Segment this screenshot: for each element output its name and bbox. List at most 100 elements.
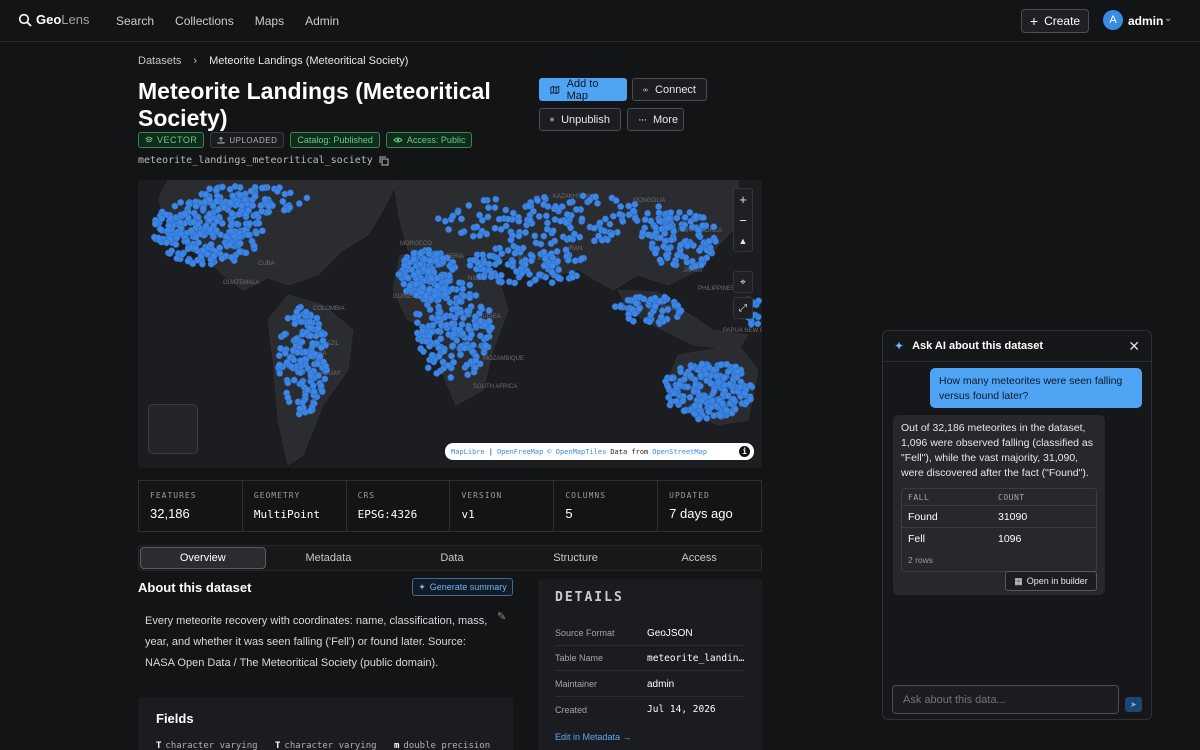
meteorite-point[interactable] xyxy=(680,407,688,415)
meteorite-point[interactable] xyxy=(670,389,678,397)
meteorite-point[interactable] xyxy=(497,271,505,279)
meteorite-point[interactable] xyxy=(480,273,488,281)
meteorite-point[interactable] xyxy=(631,310,639,317)
meteorite-point[interactable] xyxy=(468,331,475,339)
meteorite-point[interactable] xyxy=(435,352,443,360)
meteorite-point[interactable] xyxy=(154,234,162,242)
meteorite-point[interactable] xyxy=(733,373,741,381)
meteorite-point[interactable] xyxy=(592,193,599,201)
meteorite-point[interactable] xyxy=(427,275,435,283)
meteorite-point[interactable] xyxy=(433,274,441,282)
meteorite-point[interactable] xyxy=(233,220,241,228)
meteorite-point[interactable] xyxy=(448,285,456,293)
meteorite-point[interactable] xyxy=(722,406,730,414)
meteorite-point[interactable] xyxy=(548,279,556,287)
meteorite-point[interactable] xyxy=(710,387,718,395)
zoom-out-button[interactable]: − xyxy=(739,210,747,231)
meteorite-point[interactable] xyxy=(469,232,477,240)
meteorite-point[interactable] xyxy=(177,198,185,206)
meteorite-point[interactable] xyxy=(448,352,455,360)
breadcrumb-datasets[interactable]: Datasets xyxy=(138,55,181,67)
meteorite-point[interactable] xyxy=(425,250,433,258)
meteorite-point[interactable] xyxy=(440,347,448,355)
close-icon[interactable]: ✕ xyxy=(1128,338,1140,355)
meteorite-point[interactable] xyxy=(273,187,281,195)
unpublish-button[interactable]: Unpublish xyxy=(539,108,621,131)
open-in-builder-button[interactable]: ▦ Open in builder xyxy=(1005,571,1097,591)
generate-summary-button[interactable]: ✦ Generate summary xyxy=(412,578,513,596)
meteorite-point[interactable] xyxy=(491,204,499,212)
meteorite-point[interactable] xyxy=(448,266,456,274)
meteorite-point[interactable] xyxy=(515,217,523,225)
meteorite-point[interactable] xyxy=(313,314,321,322)
meteorite-point[interactable] xyxy=(456,297,464,305)
meteorite-point[interactable] xyxy=(657,313,665,321)
meteorite-point[interactable] xyxy=(226,199,234,206)
meteorite-point[interactable] xyxy=(674,302,682,309)
meteorite-point[interactable] xyxy=(480,196,488,204)
meteorite-point[interactable] xyxy=(463,361,471,369)
meteorite-point[interactable] xyxy=(476,232,484,239)
meteorite-point[interactable] xyxy=(449,330,457,338)
meteorite-point[interactable] xyxy=(534,197,542,204)
meteorite-point[interactable] xyxy=(708,398,716,406)
meteorite-point[interactable] xyxy=(688,363,695,371)
meteorite-point[interactable] xyxy=(284,314,292,322)
meteorite-point[interactable] xyxy=(457,308,465,316)
meteorite-point[interactable] xyxy=(625,202,633,210)
meteorite-point[interactable] xyxy=(434,215,442,223)
zoom-in-button[interactable]: + xyxy=(739,189,747,210)
meteorite-point[interactable] xyxy=(710,366,718,374)
meteorite-point[interactable] xyxy=(216,244,224,252)
meteorite-point[interactable] xyxy=(429,321,437,329)
meteorite-point[interactable] xyxy=(294,348,301,356)
meteorite-point[interactable] xyxy=(306,318,314,326)
meteorite-point[interactable] xyxy=(248,237,256,245)
meteorite-point[interactable] xyxy=(472,357,480,364)
meteorite-point[interactable] xyxy=(477,317,485,325)
meteorite-point[interactable] xyxy=(197,252,205,260)
locate-button[interactable]: ⌖ xyxy=(733,271,753,293)
openfreemap-link[interactable]: OpenFreeMap xyxy=(497,448,543,456)
meteorite-point[interactable] xyxy=(426,285,434,293)
map-view[interactable]: KAZAKHSTAN MONGOLIA NORTH KOREA JAPAN MOROCC… xyxy=(138,180,762,468)
world-map[interactable]: KAZAKHSTANMONGOLIANORTH KOREAJAPANMOROCC… xyxy=(138,180,762,468)
meteorite-point[interactable] xyxy=(214,206,222,214)
openstreetmap-link[interactable]: OpenStreetMap xyxy=(652,448,707,456)
meteorite-point[interactable] xyxy=(449,342,457,350)
meteorite-point[interactable] xyxy=(502,206,510,214)
meteorite-point[interactable] xyxy=(579,192,587,200)
meteorite-point[interactable] xyxy=(422,292,430,300)
meteorite-point[interactable] xyxy=(445,272,453,279)
meteorite-point[interactable] xyxy=(730,395,737,403)
compass-icon[interactable]: ▲ xyxy=(739,230,748,251)
meteorite-point[interactable] xyxy=(537,240,545,248)
meteorite-point[interactable] xyxy=(705,237,713,245)
meteorite-point[interactable] xyxy=(607,231,615,239)
send-icon[interactable]: ➤ xyxy=(1125,697,1142,712)
meteorite-point[interactable] xyxy=(681,213,689,221)
meteorite-point[interactable] xyxy=(625,315,633,322)
meteorite-point[interactable] xyxy=(286,189,294,197)
meteorite-point[interactable] xyxy=(192,202,200,210)
meteorite-point[interactable] xyxy=(465,325,473,333)
meteorite-point[interactable] xyxy=(238,202,246,210)
meteorite-point[interactable] xyxy=(251,193,259,200)
meteorite-point[interactable] xyxy=(639,228,647,236)
meteorite-point[interactable] xyxy=(544,219,551,227)
meteorite-point[interactable] xyxy=(655,217,663,225)
meteorite-point[interactable] xyxy=(206,195,213,203)
meteorite-point[interactable] xyxy=(424,267,432,275)
meteorite-point[interactable] xyxy=(661,229,669,237)
meteorite-point[interactable] xyxy=(686,393,694,401)
meteorite-point[interactable] xyxy=(255,219,263,227)
meteorite-point[interactable] xyxy=(562,219,570,227)
meteorite-point[interactable] xyxy=(470,256,478,264)
meteorite-point[interactable] xyxy=(684,242,692,250)
meteorite-point[interactable] xyxy=(548,268,556,276)
meteorite-point[interactable] xyxy=(412,291,420,299)
meteorite-point[interactable] xyxy=(646,318,653,326)
meteorite-point[interactable] xyxy=(679,397,687,405)
meteorite-point[interactable] xyxy=(590,237,598,245)
meteorite-point[interactable] xyxy=(619,218,627,225)
